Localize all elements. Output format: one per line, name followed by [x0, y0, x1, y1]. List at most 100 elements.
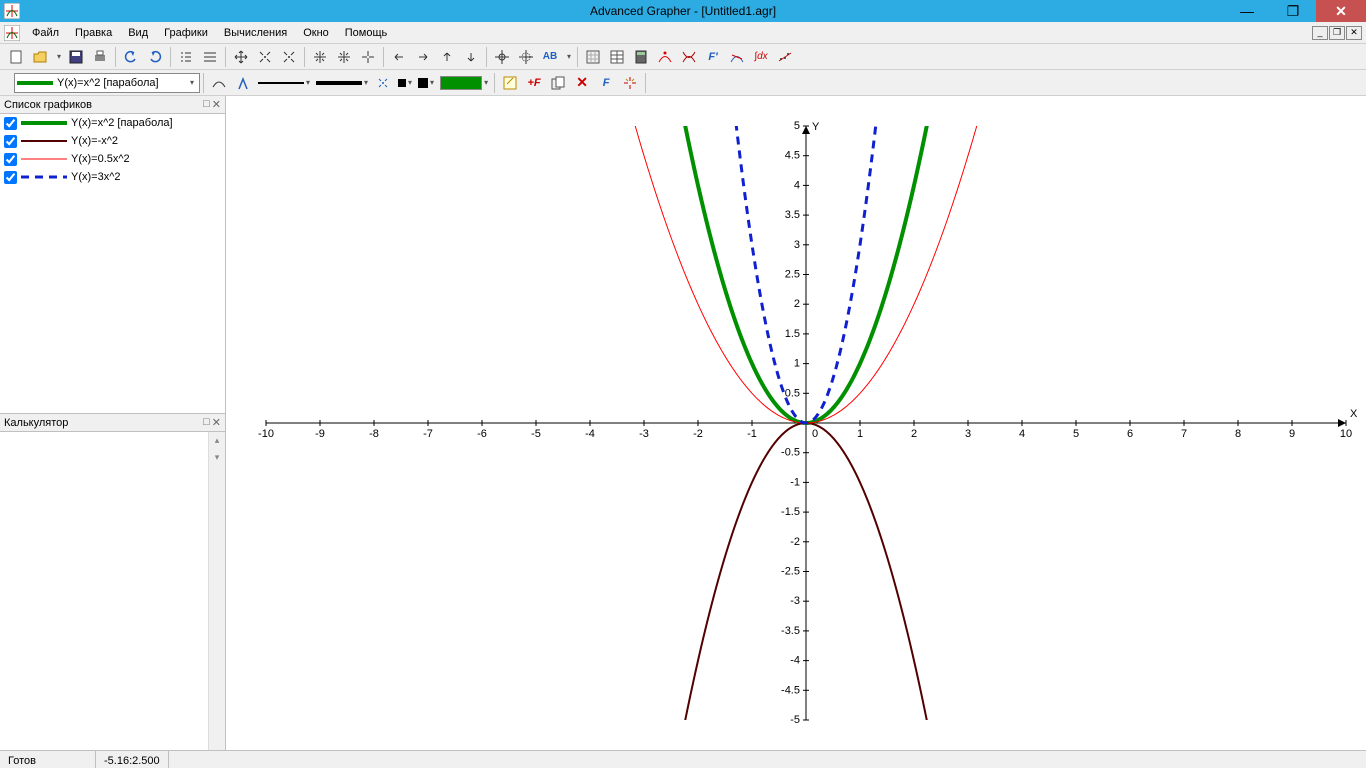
- list-button[interactable]: [175, 46, 197, 68]
- panel-close-icon[interactable]: ✕: [212, 416, 221, 429]
- undo-button[interactable]: [120, 46, 142, 68]
- grid-button[interactable]: [582, 46, 604, 68]
- intersect-button[interactable]: [678, 46, 700, 68]
- doc-icon: [4, 25, 20, 41]
- status-coords: -5.16:2.500: [96, 751, 169, 768]
- close-button[interactable]: ✕: [1316, 0, 1366, 22]
- svg-text:X: X: [1350, 408, 1358, 420]
- zoom-center-button[interactable]: [333, 46, 355, 68]
- edit-function-button[interactable]: [499, 72, 521, 94]
- point-style-button[interactable]: [372, 72, 394, 94]
- root-button[interactable]: [654, 46, 676, 68]
- panel-pin-icon[interactable]: □: [203, 98, 210, 111]
- menu-edit[interactable]: Правка: [67, 24, 120, 42]
- print-button[interactable]: [89, 46, 111, 68]
- zoom-fit-button[interactable]: [309, 46, 331, 68]
- open-button[interactable]: [29, 46, 51, 68]
- mdi-minimize-button[interactable]: _: [1312, 26, 1328, 40]
- svg-text:-2: -2: [790, 536, 800, 548]
- graph-list-row[interactable]: Y(x)=0.5x^2: [0, 150, 225, 168]
- calculator-button[interactable]: [630, 46, 652, 68]
- calculator-header: Калькулятор □✕: [0, 414, 225, 432]
- trace-button[interactable]: [515, 46, 537, 68]
- panel-close-icon[interactable]: ✕: [212, 98, 221, 111]
- graph-list-header: Список графиков □✕: [0, 96, 225, 114]
- svg-text:3: 3: [965, 428, 971, 440]
- window-title: Advanced Grapher - [Untitled1.agr]: [590, 4, 776, 18]
- marker-size-dropdown[interactable]: ▾: [415, 72, 437, 94]
- table-button[interactable]: [606, 46, 628, 68]
- graph-visibility-checkbox[interactable]: [4, 171, 17, 184]
- open-recent-dropdown[interactable]: ▾: [52, 46, 64, 68]
- redo-button[interactable]: [144, 46, 166, 68]
- svg-text:2.5: 2.5: [785, 269, 800, 281]
- pan-left-button[interactable]: [388, 46, 410, 68]
- plot-area[interactable]: XY-10-9-8-7-6-5-4-3-2-112345678910-5-4.5…: [226, 96, 1366, 750]
- text-label-button[interactable]: AB: [539, 46, 561, 68]
- label-dropdown[interactable]: ▾: [562, 46, 574, 68]
- svg-text:-4.5: -4.5: [781, 684, 800, 696]
- derivative-button[interactable]: F′: [702, 46, 724, 68]
- pan-up-button[interactable]: [436, 46, 458, 68]
- color-dropdown[interactable]: ▾: [437, 72, 491, 94]
- dup-function-button[interactable]: [547, 72, 569, 94]
- regression-button[interactable]: [774, 46, 796, 68]
- svg-text:-1: -1: [747, 428, 757, 440]
- svg-text:8: 8: [1235, 428, 1241, 440]
- panel-pin-icon[interactable]: □: [203, 416, 210, 429]
- calculator-body[interactable]: ▴▾: [0, 432, 225, 750]
- app-icon: [2, 1, 22, 21]
- graph-label: Y(x)=-x^2: [71, 135, 118, 147]
- graph-visibility-checkbox[interactable]: [4, 153, 17, 166]
- zoom-out-button[interactable]: [278, 46, 300, 68]
- graph-visibility-checkbox[interactable]: [4, 117, 17, 130]
- menu-help[interactable]: Помощь: [337, 24, 396, 42]
- svg-text:2: 2: [794, 298, 800, 310]
- svg-text:3: 3: [794, 239, 800, 251]
- graph-visibility-checkbox[interactable]: [4, 135, 17, 148]
- menu-calc[interactable]: Вычисления: [216, 24, 295, 42]
- locate-button[interactable]: [619, 72, 641, 94]
- mdi-restore-button[interactable]: ❐: [1329, 26, 1345, 40]
- marker-dropdown[interactable]: ▾: [395, 72, 415, 94]
- line-style-dropdown[interactable]: ▾: [255, 72, 313, 94]
- integral-button[interactable]: ∫dx: [750, 46, 772, 68]
- pan-down-button[interactable]: [460, 46, 482, 68]
- crosshair-button[interactable]: [491, 46, 513, 68]
- function-props-button[interactable]: F: [595, 72, 617, 94]
- pan-right-button[interactable]: [412, 46, 434, 68]
- move-button[interactable]: [230, 46, 252, 68]
- graph-list-row[interactable]: Y(x)=-x^2: [0, 132, 225, 150]
- zoom-in-button[interactable]: [254, 46, 276, 68]
- svg-text:-8: -8: [369, 428, 379, 440]
- menubar: Файл Правка Вид Графики Вычисления Окно …: [0, 22, 1366, 44]
- mdi-close-button[interactable]: ✕: [1346, 26, 1362, 40]
- zoom-11-button[interactable]: [357, 46, 379, 68]
- add-function-button[interactable]: +F: [523, 72, 545, 94]
- graph-list: Y(x)=x^2 [парабола] Y(x)=-x^2 Y(x)=0.5x^2 Y…: [0, 114, 225, 414]
- menu-graphs[interactable]: Графики: [156, 24, 216, 42]
- save-button[interactable]: [65, 46, 87, 68]
- graph-list-row[interactable]: Y(x)=x^2 [парабола]: [0, 114, 225, 132]
- svg-text:-10: -10: [258, 428, 274, 440]
- graph-list-row[interactable]: Y(x)=3x^2: [0, 168, 225, 186]
- function-selector[interactable]: Y(x)=x^2 [парабола] ▾: [14, 73, 200, 93]
- delete-function-button[interactable]: ✕: [571, 72, 593, 94]
- props-button[interactable]: [199, 46, 221, 68]
- menu-file[interactable]: Файл: [24, 24, 67, 42]
- line-width-dropdown[interactable]: ▾: [313, 72, 371, 94]
- new-button[interactable]: [5, 46, 27, 68]
- maximize-button[interactable]: ❐: [1270, 0, 1316, 22]
- svg-text:6: 6: [1127, 428, 1133, 440]
- svg-text:Y: Y: [812, 121, 820, 133]
- graph-color-swatch: [21, 136, 67, 146]
- tangent-button[interactable]: [726, 46, 748, 68]
- graph-label: Y(x)=3x^2: [71, 171, 120, 183]
- menu-view[interactable]: Вид: [120, 24, 156, 42]
- menu-window[interactable]: Окно: [295, 24, 337, 42]
- half-curve-button[interactable]: [232, 72, 254, 94]
- toolbar-main: ▾ AB ▾ F′ ∫dx: [0, 44, 1366, 70]
- curve-style-button[interactable]: [208, 72, 230, 94]
- svg-text:5: 5: [1073, 428, 1079, 440]
- minimize-button[interactable]: —: [1224, 0, 1270, 22]
